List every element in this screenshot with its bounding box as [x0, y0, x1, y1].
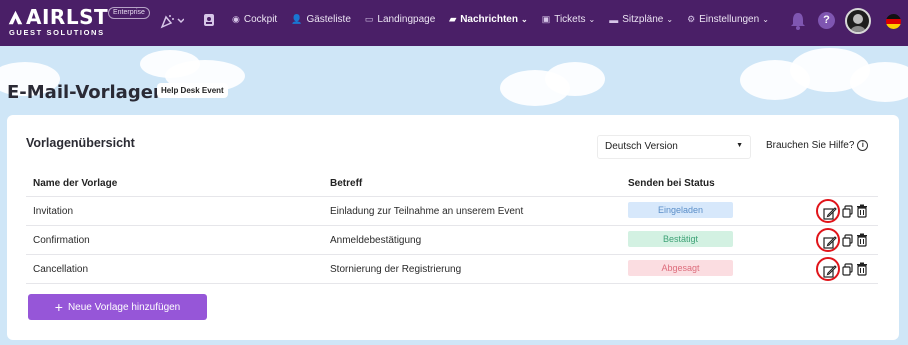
row-actions [816, 199, 876, 223]
template-name: Confirmation [33, 235, 90, 246]
trash-icon[interactable] [856, 262, 868, 276]
gear-icon: ⚙ [687, 14, 696, 24]
add-template-button[interactable]: + Neue Vorlage hinzufügen [28, 294, 207, 320]
template-subject: Anmeldebestätigung [330, 235, 422, 246]
bell-icon[interactable] [790, 11, 806, 31]
nav-label: Cockpit [243, 14, 278, 25]
car-icon: ▰ [449, 14, 457, 24]
nav-label: Nachrichten [460, 14, 518, 25]
templates-card: Vorlagenübersicht Deutsch Version ▼ Brau… [7, 115, 899, 340]
contact-card-icon[interactable] [203, 13, 215, 32]
party-icon[interactable] [160, 13, 185, 34]
gauge-icon: ◉ [232, 14, 240, 24]
row-actions [816, 228, 876, 252]
divider [26, 283, 878, 284]
plan-badge: Enterprise [108, 7, 150, 19]
language-select[interactable]: Deutsch Version ▼ [597, 135, 751, 159]
edit-icon [823, 236, 837, 249]
edit-button[interactable] [816, 257, 840, 281]
nav-label: Einstellungen [699, 14, 760, 25]
template-name: Invitation [33, 206, 74, 217]
page-title: E-Mail-Vorlagen [7, 82, 166, 103]
caret-down-icon: ▼ [736, 142, 743, 149]
template-name: Cancellation [33, 264, 89, 275]
chevron-down-icon: ⌄ [588, 15, 596, 24]
language-select-value: Deutsch Version [605, 141, 678, 152]
column-header-name: Name der Vorlage [33, 178, 118, 189]
card-title: Vorlagenübersicht [26, 136, 135, 150]
nav-cockpit[interactable]: ◉ Cockpit [232, 14, 277, 25]
status-badge: Bestätigt [628, 231, 733, 247]
brand-name: AIRLST [26, 5, 109, 29]
template-subject: Stornierung der Registrierung [330, 264, 462, 275]
nav-label: Gästeliste [306, 14, 351, 25]
event-badge: Help Desk Event [157, 83, 228, 98]
nav-sitzplaene[interactable]: ▬ Sitzpläne ⌄ [609, 14, 673, 25]
edit-icon [823, 207, 837, 220]
avatar[interactable] [845, 8, 871, 34]
airlst-logo-icon [8, 10, 23, 24]
main-nav: ◉ Cockpit 👤 Gästeliste ▭ Landingpage ▰ N… [232, 14, 783, 25]
edit-icon [823, 265, 837, 278]
column-header-subject: Betreff [330, 178, 363, 189]
column-header-status: Senden bei Status [628, 178, 715, 189]
plus-icon: + [54, 299, 63, 315]
nav-nachrichten[interactable]: ▰ Nachrichten ⌄ [449, 14, 527, 25]
info-icon: i [857, 140, 869, 151]
nav-gaesteliste[interactable]: 👤 Gästeliste [291, 14, 351, 25]
table-row: Cancellation Stornierung der Registrieru… [26, 255, 878, 283]
top-navbar: AIRLST GUEST SOLUTIONS Enterprise ◉ Cock… [0, 0, 908, 46]
edit-button[interactable] [816, 199, 840, 223]
table-row: Confirmation Anmeldebestätigung Bestätig… [26, 226, 878, 254]
seats-icon: ▬ [609, 14, 619, 25]
status-badge: Eingeladen [628, 202, 733, 218]
brand-logo[interactable]: AIRLST GUEST SOLUTIONS [7, 7, 108, 37]
trash-icon[interactable] [856, 204, 868, 218]
ticket-icon: ▣ [541, 14, 551, 24]
nav-tickets[interactable]: ▣ Tickets ⌄ [542, 14, 596, 25]
nav-label: Tickets [554, 14, 586, 25]
help-link-label: Brauchen Sie Hilfe? [766, 140, 855, 151]
nav-einstellungen[interactable]: ⚙ Einstellungen ⌄ [687, 14, 769, 25]
nav-label: Sitzpläne [622, 14, 664, 25]
edit-button[interactable] [816, 228, 840, 252]
template-subject: Einladung zur Teilnahme an unserem Event [330, 206, 524, 217]
copy-icon[interactable] [842, 234, 854, 247]
copy-icon[interactable] [842, 263, 854, 276]
status-badge: Abgesagt [628, 260, 733, 276]
chevron-down-icon: ⌄ [666, 15, 674, 24]
add-template-label: Neue Vorlage hinzufügen [67, 301, 181, 313]
copy-icon[interactable] [842, 205, 854, 218]
chevron-down-icon: ⌄ [762, 15, 769, 24]
help-button[interactable]: ? [818, 12, 835, 29]
language-flag-de[interactable] [886, 14, 901, 29]
chevron-down-icon: ⌄ [520, 15, 528, 24]
help-link[interactable]: Brauchen Sie Hilfe? i [766, 140, 869, 151]
trash-icon[interactable] [856, 233, 868, 247]
nav-landingpage[interactable]: ▭ Landingpage [365, 14, 435, 25]
page-icon: ▭ [364, 14, 374, 24]
table-row: Invitation Einladung zur Teilnahme an un… [26, 197, 878, 225]
nav-label: Landingpage [377, 14, 436, 25]
row-actions [816, 257, 876, 281]
brand-tagline: GUEST SOLUTIONS [9, 28, 105, 37]
guests-icon: 👤 [291, 14, 303, 24]
